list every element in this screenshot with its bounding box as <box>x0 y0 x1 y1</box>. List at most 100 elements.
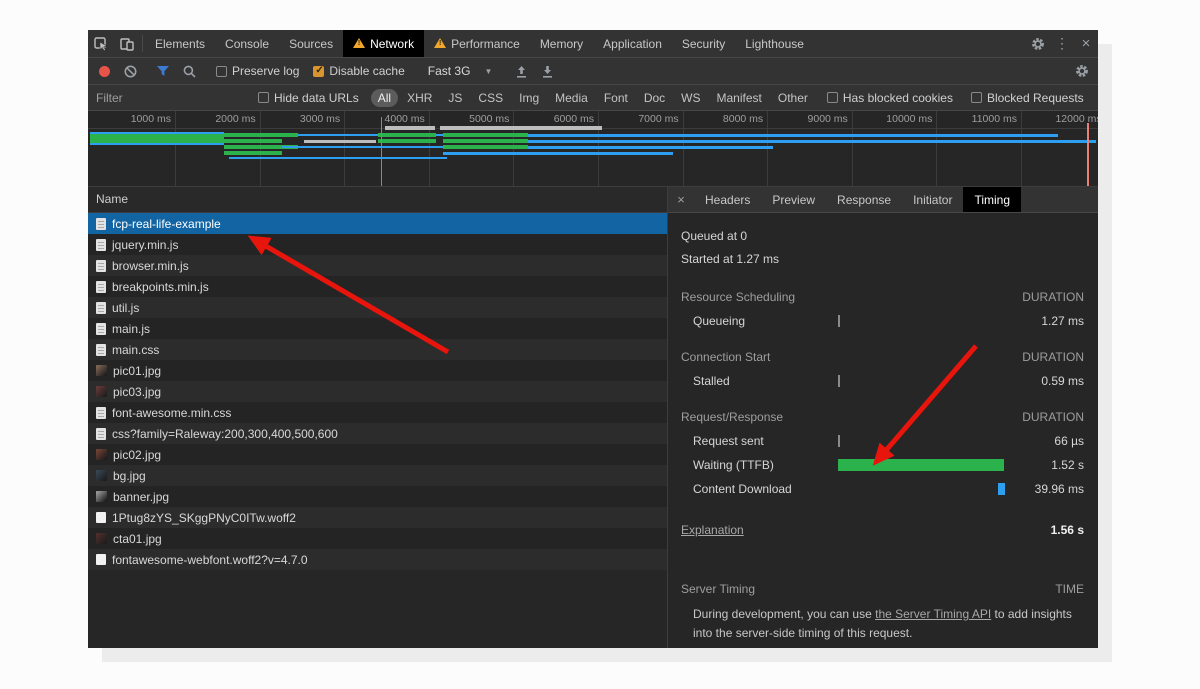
export-har-icon[interactable] <box>535 60 559 82</box>
request-row[interactable]: font-awesome.min.css <box>88 402 667 423</box>
font-file-icon <box>96 554 106 565</box>
timing-sections: Resource SchedulingDURATIONQueueing1.27 … <box>668 285 1098 507</box>
request-name: fcp-real-life-example <box>112 217 221 231</box>
kebab-menu-icon[interactable]: ⋮ <box>1050 30 1074 57</box>
filter-toggle-button[interactable] <box>151 60 175 82</box>
type-filter-doc[interactable]: Doc <box>637 89 672 107</box>
details-tab-headers[interactable]: Headers <box>694 187 761 212</box>
tab-lighthouse[interactable]: Lighthouse <box>735 30 814 57</box>
ruler-gridline <box>852 111 853 186</box>
preserve-log-checkbox[interactable]: Preserve log <box>210 64 305 78</box>
request-name: font-awesome.min.css <box>112 406 231 420</box>
throttling-dropdown[interactable]: Fast 3G ▼ <box>420 64 501 78</box>
tabbar-right-controls: ⋮ × <box>1026 30 1098 57</box>
timing-row: Queueing1.27 ms <box>668 309 1098 333</box>
network-settings-gear-icon[interactable] <box>1070 60 1094 82</box>
devtools-tabbar: ElementsConsoleSources!Network!Performan… <box>88 30 1098 58</box>
tab-security[interactable]: Security <box>672 30 735 57</box>
tab-label: Lighthouse <box>745 37 804 51</box>
hide-data-urls-checkbox[interactable]: Hide data URLs <box>252 91 365 105</box>
ruler-gridline <box>429 111 430 186</box>
request-row[interactable]: pic02.jpg <box>88 444 667 465</box>
record-network-log-button[interactable] <box>92 60 116 82</box>
name-column-header[interactable]: Name <box>88 187 667 213</box>
waterfall-bar <box>304 140 376 143</box>
type-filter-other[interactable]: Other <box>771 89 815 107</box>
has-blocked-cookies-checkbox[interactable]: Has blocked cookies <box>821 91 959 105</box>
close-devtools-icon[interactable]: × <box>1074 30 1098 57</box>
server-timing-api-link[interactable]: the Server Timing API <box>875 607 991 621</box>
settings-gear-icon[interactable] <box>1026 30 1050 57</box>
network-overview-waterfall[interactable]: 1000 ms2000 ms3000 ms4000 ms5000 ms6000 … <box>88 111 1098 187</box>
import-har-icon[interactable] <box>509 60 533 82</box>
ruler-tick-label: 11000 ms <box>972 113 1021 125</box>
type-filter-css[interactable]: CSS <box>471 89 510 107</box>
request-row[interactable]: banner.jpg <box>88 486 667 507</box>
type-filter-img[interactable]: Img <box>512 89 546 107</box>
request-row[interactable]: cta01.jpg <box>88 528 667 549</box>
panel-tabs: ElementsConsoleSources!Network!Performan… <box>145 30 814 57</box>
request-row[interactable]: pic03.jpg <box>88 381 667 402</box>
tab-network[interactable]: !Network <box>343 30 424 57</box>
server-timing-title: Server Timing <box>668 582 1055 596</box>
timing-row-label: Stalled <box>668 374 838 388</box>
type-filter-js[interactable]: JS <box>441 89 469 107</box>
disable-cache-checkbox[interactable]: Disable cache <box>307 64 410 78</box>
blocked-requests-checkbox[interactable]: Blocked Requests <box>965 91 1090 105</box>
request-name: main.js <box>112 322 150 336</box>
request-name: util.js <box>112 301 139 315</box>
explanation-link[interactable]: Explanation <box>681 523 744 537</box>
tab-application[interactable]: Application <box>593 30 672 57</box>
request-row[interactable]: main.js <box>88 318 667 339</box>
document-file-icon <box>96 218 106 230</box>
filter-input[interactable] <box>96 91 246 105</box>
timing-bar-zone <box>838 369 1008 393</box>
details-tab-preview[interactable]: Preview <box>761 187 826 212</box>
checkbox-icon <box>971 92 982 103</box>
type-filter-font[interactable]: Font <box>597 89 635 107</box>
clear-network-log-button[interactable] <box>118 60 142 82</box>
type-filter-ws[interactable]: WS <box>674 89 707 107</box>
request-row[interactable]: css?family=Raleway:200,300,400,500,600 <box>88 423 667 444</box>
request-row[interactable]: 1Ptug8zYS_SKggPNyC0ITw.woff2 <box>88 507 667 528</box>
request-row[interactable]: browser.min.js <box>88 255 667 276</box>
device-toolbar-icon[interactable] <box>114 30 140 57</box>
details-tab-response[interactable]: Response <box>826 187 902 212</box>
tab-console[interactable]: Console <box>215 30 279 57</box>
request-row[interactable]: jquery.min.js <box>88 234 667 255</box>
request-list: fcp-real-life-example jquery.min.jsbrowse… <box>88 213 667 648</box>
details-tab-initiator[interactable]: Initiator <box>902 187 963 212</box>
request-name: 1Ptug8zYS_SKggPNyC0ITw.woff2 <box>112 511 296 525</box>
request-name: bg.jpg <box>113 469 146 483</box>
request-row[interactable]: pic01.jpg <box>88 360 667 381</box>
tab-performance[interactable]: !Performance <box>424 30 530 57</box>
timing-panel: Queued at 0 Started at 1.27 ms Resource … <box>668 213 1098 648</box>
timing-total-row: Explanation 1.56 s <box>668 517 1098 543</box>
close-details-icon[interactable]: × <box>668 187 694 212</box>
request-row[interactable]: fontawesome-webfont.woff2?v=4.7.0 <box>88 549 667 570</box>
timing-row-label: Request sent <box>668 434 838 448</box>
request-row[interactable]: bg.jpg <box>88 465 667 486</box>
search-icon[interactable] <box>177 60 201 82</box>
request-row[interactable]: util.js <box>88 297 667 318</box>
request-row[interactable]: main.css <box>88 339 667 360</box>
waterfall-bar <box>385 126 435 130</box>
image-file-icon <box>96 449 107 460</box>
tab-memory[interactable]: Memory <box>530 30 593 57</box>
resource-type-filters: AllXHRJSCSSImgMediaFontDocWSManifestOthe… <box>371 89 815 107</box>
type-filter-all[interactable]: All <box>371 89 398 107</box>
document-file-icon <box>96 281 106 293</box>
type-filter-manifest[interactable]: Manifest <box>710 89 769 107</box>
ruler-tick-label: 9000 ms <box>808 113 852 125</box>
tab-sources[interactable]: Sources <box>279 30 343 57</box>
request-row[interactable]: fcp-real-life-example <box>88 213 667 234</box>
disable-cache-label: Disable cache <box>329 64 404 78</box>
request-row[interactable]: breakpoints.min.js <box>88 276 667 297</box>
tab-elements[interactable]: Elements <box>145 30 215 57</box>
type-filter-xhr[interactable]: XHR <box>400 89 439 107</box>
type-filter-media[interactable]: Media <box>548 89 595 107</box>
domcontentloaded-marker <box>381 117 382 187</box>
document-file-icon <box>96 344 106 356</box>
inspect-element-icon[interactable] <box>88 30 114 57</box>
details-tab-timing[interactable]: Timing <box>963 187 1021 212</box>
